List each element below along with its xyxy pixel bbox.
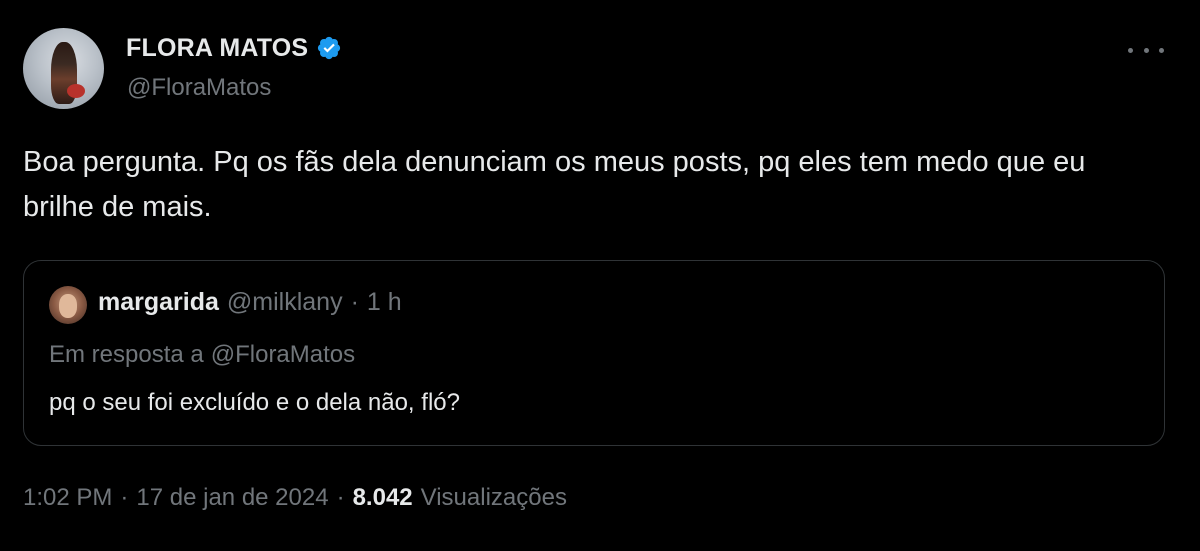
- meta-separator: ·: [336, 484, 345, 511]
- tweet-meta: 1:02 PM · 17 de jan de 2024 · 8.042 Visu…: [23, 484, 567, 512]
- tweet-date[interactable]: 17 de jan de 2024: [136, 484, 328, 512]
- reply-to-handle[interactable]: @FloraMatos: [211, 341, 355, 369]
- author-name-row: FLORA MATOS: [126, 30, 342, 66]
- quoted-avatar-face: [59, 294, 77, 318]
- tweet-text: Boa pergunta. Pq os fãs dela denunciam o…: [23, 146, 1086, 223]
- quoted-time[interactable]: 1 h: [367, 288, 402, 317]
- more-dot: [1128, 47, 1133, 53]
- quoted-tweet-card[interactable]: margarida @milklany · 1 h Em resposta a …: [23, 260, 1165, 446]
- quoted-separator: ·: [350, 288, 359, 316]
- reply-prefix: Em resposta a: [49, 341, 204, 368]
- tweet-time[interactable]: 1:02 PM: [23, 484, 112, 512]
- meta-separator: ·: [120, 484, 129, 511]
- quoted-tweet-text: pq o seu foi excluído e o dela não, fló?: [49, 389, 460, 416]
- avatar-accent: [67, 84, 85, 98]
- quoted-handle[interactable]: @milklany: [227, 288, 343, 317]
- author-display-name[interactable]: FLORA MATOS: [126, 34, 308, 63]
- author-handle[interactable]: @FloraMatos: [127, 74, 271, 102]
- quoted-reply-context: Em resposta a @FloraMatos: [49, 341, 355, 369]
- verified-badge-icon[interactable]: [316, 35, 342, 61]
- more-options-icon[interactable]: [1128, 40, 1164, 60]
- tweet: FLORA MATOS @FloraMatos Boa pergunta. Pq…: [0, 0, 1200, 551]
- quoted-tweet-header: margarida @milklany · 1 h: [98, 288, 402, 317]
- quoted-author-avatar: [49, 286, 87, 324]
- quoted-display-name[interactable]: margarida: [98, 288, 219, 317]
- more-dot: [1159, 47, 1164, 53]
- views-count: 8.042: [352, 484, 413, 511]
- more-dot: [1143, 47, 1149, 53]
- views-label: Visualizações: [420, 484, 567, 511]
- author-avatar[interactable]: [23, 28, 104, 109]
